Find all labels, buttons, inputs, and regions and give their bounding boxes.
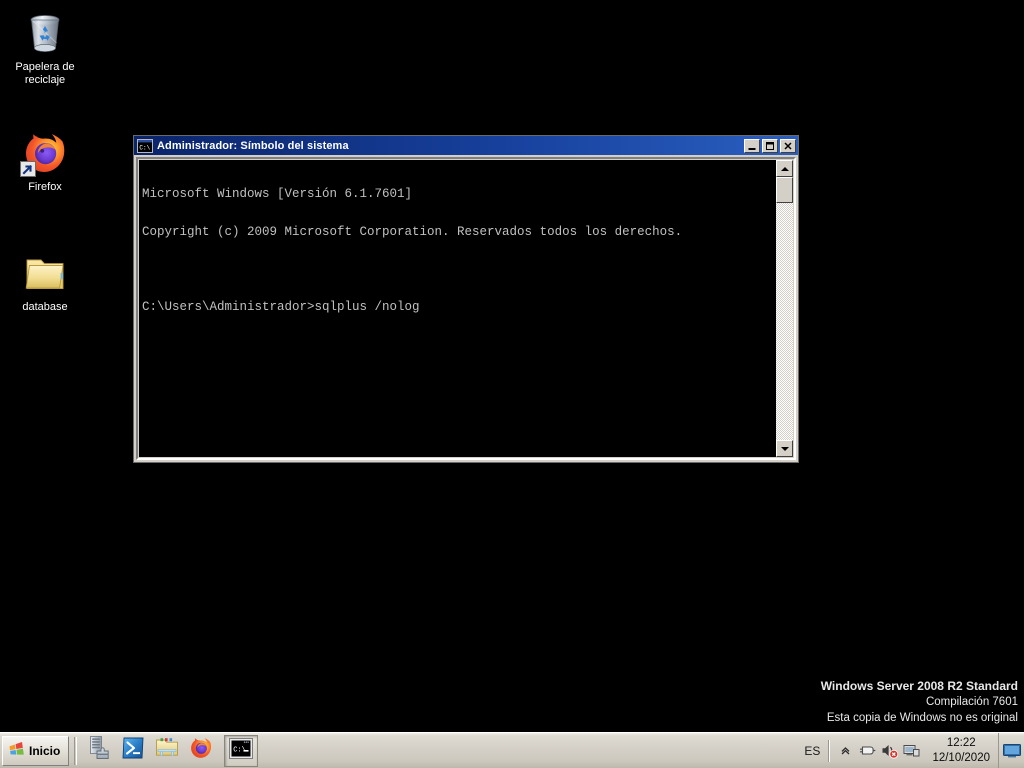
console-icon: C:\: [229, 737, 254, 764]
quicklaunch-firefox[interactable]: [184, 735, 218, 767]
desktop-icon-label: Papelera de reciclaje: [15, 61, 75, 86]
desktop-icon-recycle-bin[interactable]: Papelera de reciclaje: [1, 8, 89, 87]
scrollbar-thumb[interactable]: [776, 177, 793, 203]
recycle-bin-icon: [20, 8, 70, 58]
network-icon[interactable]: [900, 740, 922, 762]
clock-date: 12/10/2020: [932, 751, 990, 764]
svg-text:C:\: C:\: [139, 144, 150, 151]
console-line: Microsoft Windows [Versión 6.1.7601]: [142, 187, 413, 201]
powershell-icon: [120, 735, 146, 766]
folder-explorer-icon: [154, 735, 180, 766]
start-button-label: Inicio: [29, 743, 61, 758]
console-frame: Microsoft Windows [Versión 6.1.7601] Cop…: [136, 157, 796, 460]
windows-flag-icon: [8, 741, 25, 761]
watermark-title: Windows Server 2008 R2 Standard: [820, 679, 1018, 693]
console-scrollbar[interactable]: [776, 160, 793, 457]
quicklaunch-powershell[interactable]: [116, 735, 150, 767]
taskbar-task-cmd[interactable]: C:\: [224, 734, 259, 767]
system-tray[interactable]: ES 12:22 12/10/2020: [796, 732, 1024, 768]
command-prompt-window[interactable]: C:\ Administrador: Símbolo del sistema M: [133, 135, 799, 463]
desktop-icon-label: Firefox: [28, 181, 62, 193]
console-output[interactable]: Microsoft Windows [Versión 6.1.7601] Cop…: [139, 160, 776, 457]
console-line: Copyright (c) 2009 Microsoft Corporation…: [142, 224, 683, 239]
start-button[interactable]: Inicio: [2, 735, 70, 766]
quicklaunch-windows-explorer[interactable]: [150, 735, 184, 767]
speaker-muted-icon[interactable]: [878, 740, 900, 762]
folder-icon: [20, 248, 70, 298]
firefox-icon: [20, 128, 70, 178]
minimize-button[interactable]: [744, 138, 760, 153]
desktop-icon-firefox[interactable]: Firefox: [1, 128, 89, 194]
scroll-down-button[interactable]: [776, 440, 793, 457]
console-line: C:\Users\Administrador>sqlplus /nolog: [142, 299, 420, 314]
maximize-button[interactable]: [762, 138, 778, 153]
watermark-notice: Esta copia de Windows no es original: [826, 712, 1018, 724]
window-body: Microsoft Windows [Versión 6.1.7601] Cop…: [134, 155, 798, 462]
server-manager-icon: [86, 735, 112, 766]
desktop[interactable]: Papelera de reciclaje Firefox database C…: [0, 0, 1024, 768]
desktop-icon-label: database: [22, 301, 68, 313]
show-hidden-icons-button[interactable]: [834, 740, 856, 762]
shortcut-overlay-icon: [20, 161, 36, 177]
console-icon: C:\: [137, 138, 153, 153]
quicklaunch-server-manager[interactable]: [82, 735, 116, 767]
taskbar[interactable]: Inicio C:\ ES 12:22 12/10/2020: [0, 732, 1024, 768]
show-desktop-button[interactable]: [998, 732, 1024, 768]
clock-time: 12:22: [946, 736, 976, 749]
desktop-icon-database[interactable]: database: [1, 248, 89, 314]
close-button[interactable]: [780, 138, 796, 153]
scroll-up-button[interactable]: [776, 160, 793, 177]
window-titlebar[interactable]: C:\ Administrador: Símbolo del sistema: [134, 136, 798, 155]
taskbar-divider: [74, 736, 78, 765]
window-title: Administrador: Símbolo del sistema: [157, 139, 349, 152]
language-indicator[interactable]: ES: [796, 744, 828, 758]
power-plug-icon[interactable]: [856, 740, 878, 762]
windows-activation-watermark: Windows Server 2008 R2 Standard Compilac…: [821, 678, 1018, 726]
tray-divider: [828, 739, 831, 762]
watermark-build: Compilación 7601: [925, 696, 1018, 708]
firefox-icon: [188, 735, 214, 766]
clock[interactable]: 12:22 12/10/2020: [922, 736, 998, 766]
